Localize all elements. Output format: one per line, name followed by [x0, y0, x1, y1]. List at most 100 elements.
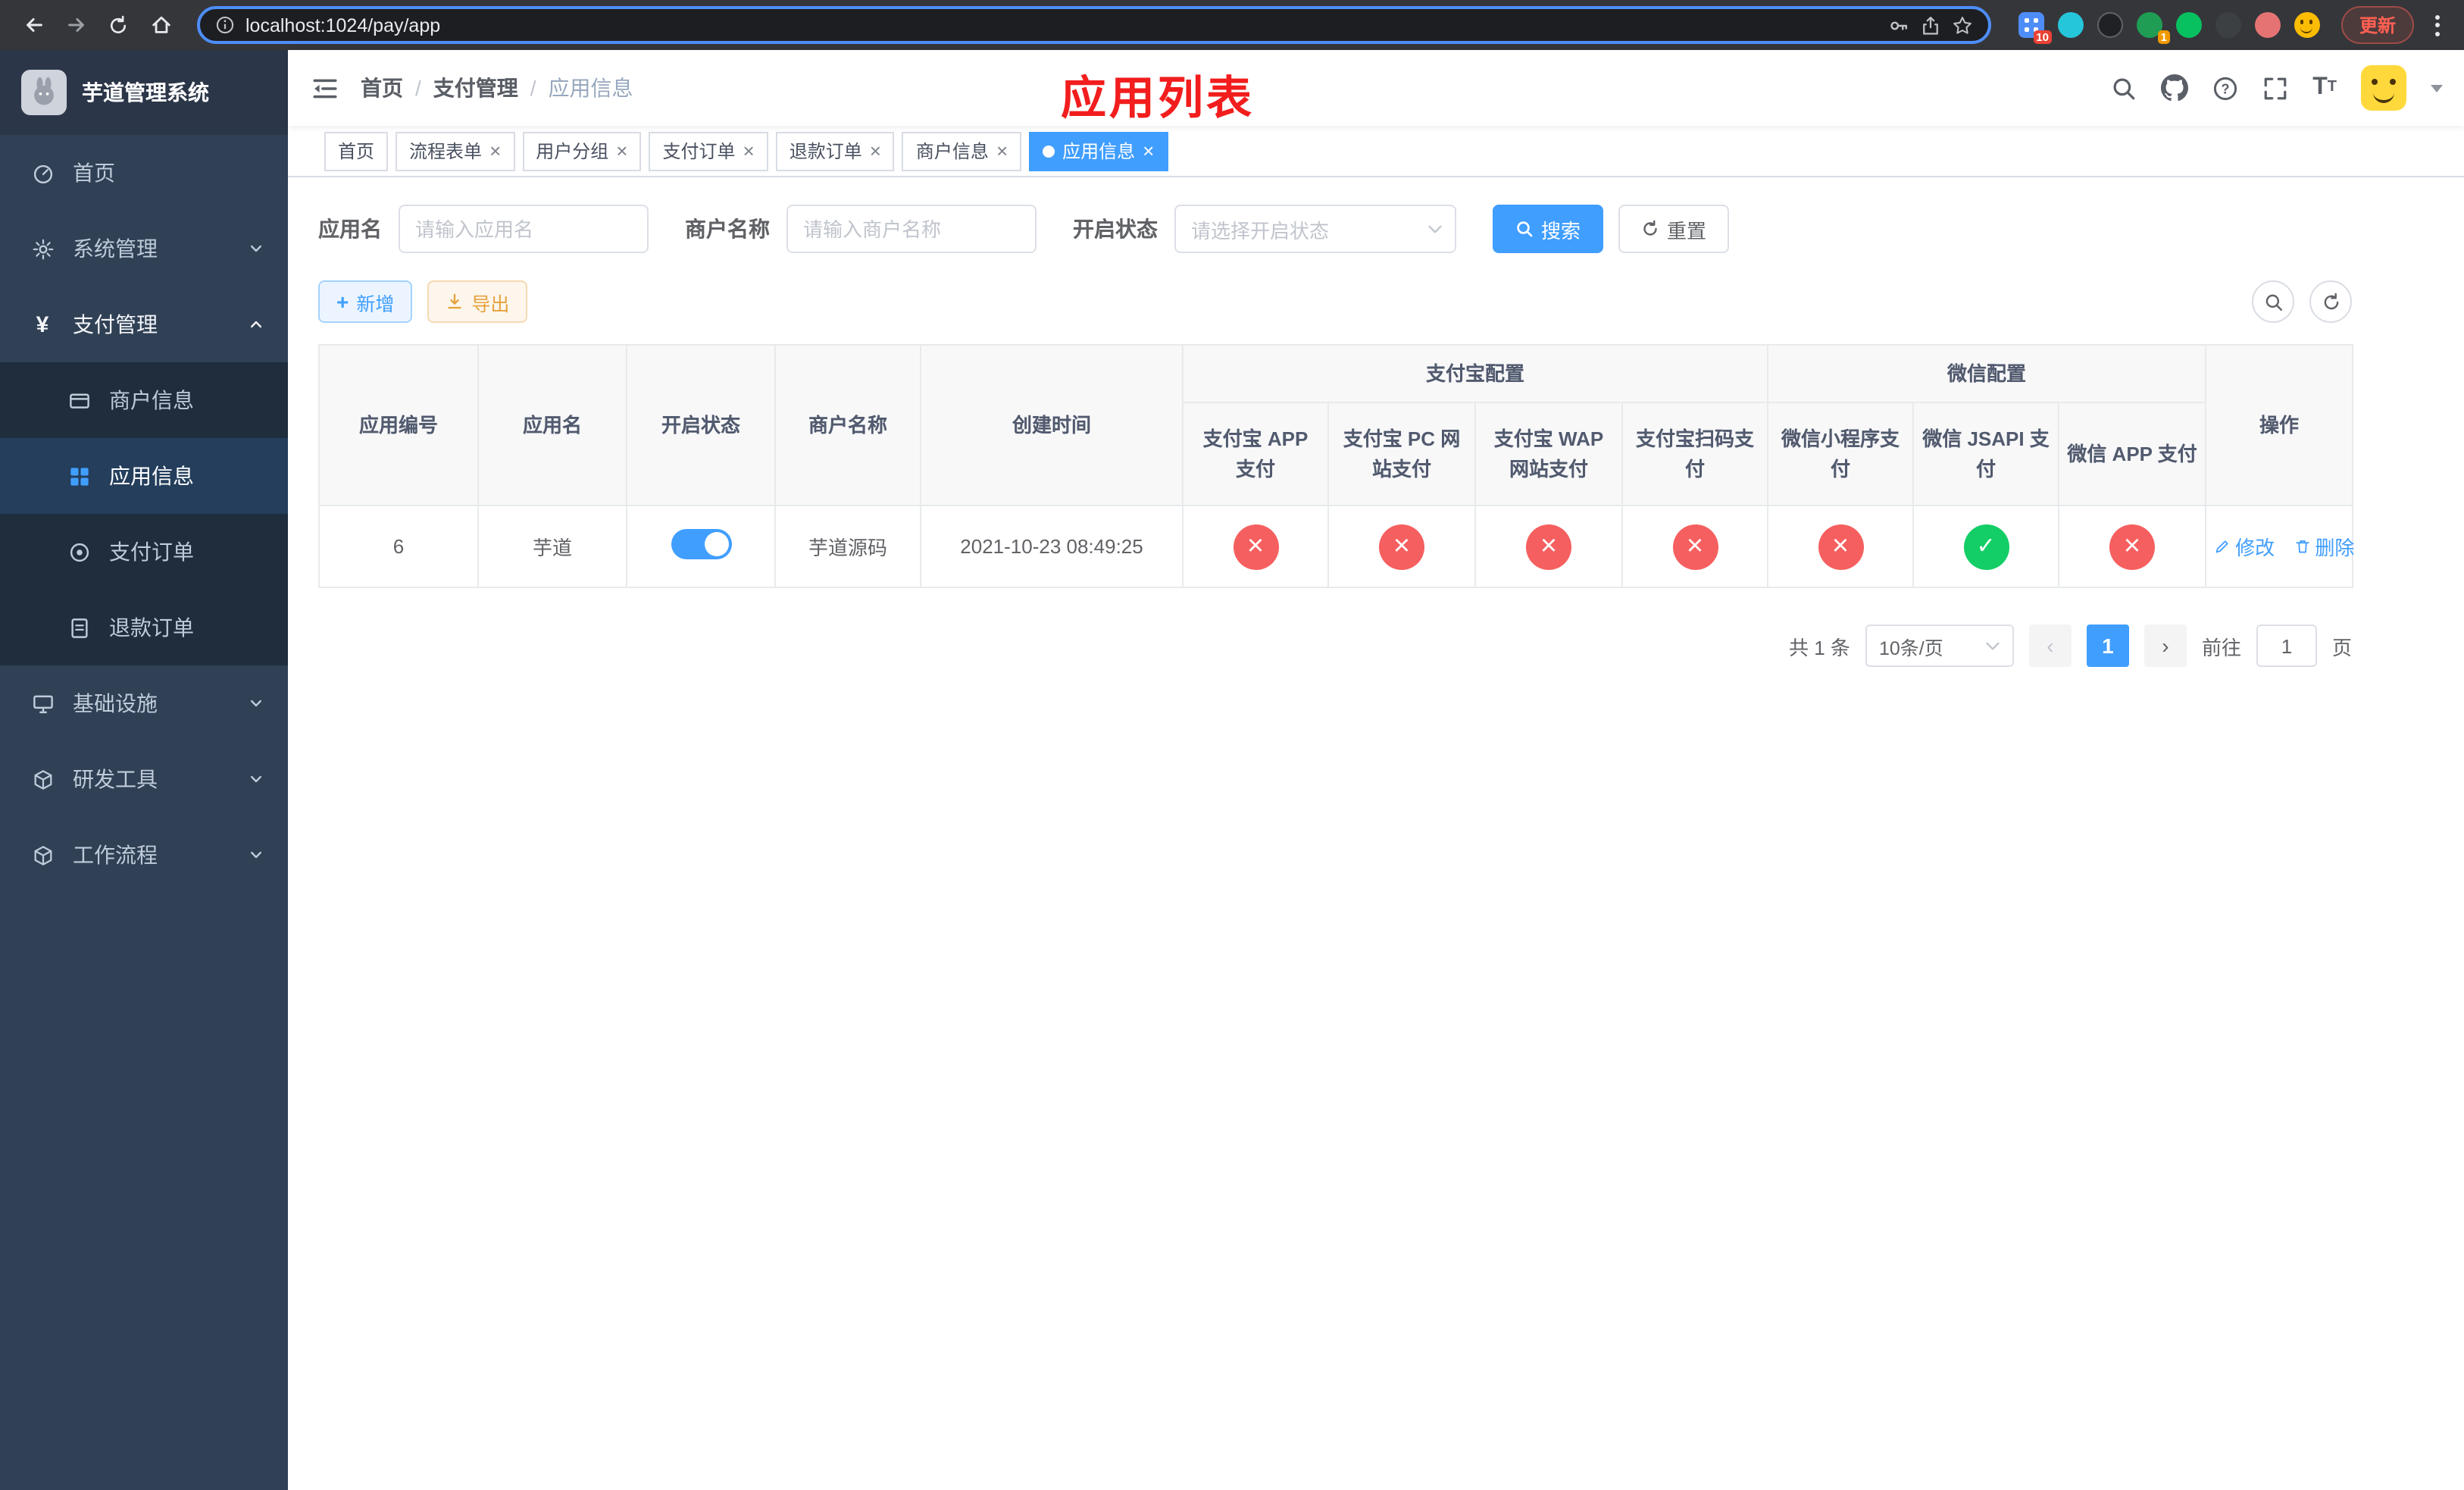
sidebar: 芋道管理系统 首页 系统管理 支付管理 [0, 50, 288, 1490]
status-select[interactable]: 请选择开启状态 [1174, 205, 1456, 253]
goto-page-input[interactable] [2256, 624, 2317, 667]
github-icon[interactable] [2161, 74, 2189, 102]
avatar[interactable] [2361, 65, 2406, 111]
caret-down-icon[interactable] [2431, 84, 2443, 92]
extension-icon-slate[interactable] [2215, 12, 2241, 38]
tab-merchant-info[interactable]: 商户信息 [902, 131, 1022, 171]
collapse-sidebar-icon[interactable] [288, 50, 361, 126]
sidebar-item-pay-order[interactable]: 支付订单 [0, 514, 288, 590]
next-page-button[interactable] [2143, 624, 2187, 667]
goto-prefix: 前往 [2201, 636, 2241, 659]
extension-icon-green-badged[interactable]: 1 [2136, 12, 2170, 44]
extension-icon-grid[interactable]: 10 [2018, 12, 2052, 44]
sidebar-item-label: 退款订单 [109, 615, 194, 640]
update-button[interactable]: 更新 [2340, 6, 2414, 44]
back-icon[interactable] [15, 7, 52, 43]
sidebar-item-dev-tools[interactable]: 研发工具 [0, 741, 288, 817]
close-icon[interactable] [743, 141, 755, 161]
tab-home[interactable]: 首页 [324, 131, 389, 171]
url-text[interactable]: localhost:1024/pay/app [245, 14, 1878, 36]
col-header-alipay-app: 支付宝 APP 支付 [1182, 402, 1329, 506]
add-button-label: 新增 [356, 293, 395, 315]
tags-view: 首页 流程表单 用户分组 支付订单 退款订单 商户信息 应用信息 [288, 126, 2464, 177]
share-icon[interactable] [1920, 14, 1941, 36]
export-button-label: 导出 [471, 293, 510, 315]
tab-process-form[interactable]: 流程表单 [396, 131, 515, 171]
sidebar-item-app-info[interactable]: 应用信息 [0, 438, 288, 514]
prev-page-button[interactable] [2028, 624, 2072, 667]
help-icon[interactable]: ? [2212, 75, 2238, 101]
active-dot-icon [1043, 145, 1055, 157]
document-icon [67, 616, 91, 639]
cell-wx-app [2058, 505, 2207, 588]
extension-icon-smiley[interactable] [2294, 12, 2320, 38]
tab-pay-order[interactable]: 支付订单 [649, 131, 768, 171]
sidebar-item-system[interactable]: 系统管理 [0, 211, 288, 286]
site-info-icon[interactable] [215, 15, 235, 35]
chevron-down-icon [249, 696, 264, 711]
close-icon[interactable] [1143, 141, 1154, 161]
page-annotation: 应用列表 [1061, 74, 1255, 124]
app-shell: 芋道管理系统 首页 系统管理 支付管理 [0, 50, 2464, 1490]
sidebar-item-merchant-info[interactable]: 商户信息 [0, 362, 288, 438]
delete-link[interactable]: 删除 [2294, 532, 2354, 561]
extension-icon-pink[interactable] [2254, 12, 2281, 38]
extension-icon-wechat[interactable] [2175, 12, 2202, 38]
page-size-select[interactable]: 10条/页 [1865, 624, 2014, 667]
reset-button[interactable]: 重置 [1618, 205, 1730, 253]
sidebar-item-infrastructure[interactable]: 基础设施 [0, 665, 288, 741]
cell-alipay-app [1182, 505, 1329, 588]
tab-label: 用户分组 [536, 141, 609, 162]
fullscreen-icon[interactable] [2262, 75, 2288, 101]
tab-app-info[interactable]: 应用信息 [1029, 131, 1168, 171]
tab-user-group[interactable]: 用户分组 [522, 131, 642, 171]
extension-icon-teal[interactable] [2057, 12, 2084, 38]
tab-label: 首页 [338, 141, 375, 162]
app-logo[interactable]: 芋道管理系统 [0, 50, 288, 135]
edit-link[interactable]: 修改 [2214, 532, 2275, 561]
table-toolbar: 新增 导出 [318, 280, 2352, 323]
reset-button-label: 重置 [1667, 219, 1707, 242]
sidebar-item-workflow[interactable]: 工作流程 [0, 817, 288, 893]
close-icon[interactable] [996, 141, 1008, 161]
status-switch[interactable] [671, 529, 731, 559]
close-icon[interactable] [489, 141, 501, 161]
search-button[interactable]: 搜索 [1493, 205, 1604, 253]
group-header-wechat: 微信配置 [1767, 344, 2207, 403]
page-1-button[interactable]: 1 [2086, 624, 2129, 667]
home-icon[interactable] [142, 7, 179, 43]
forward-icon[interactable] [58, 7, 94, 43]
breadcrumb-home[interactable]: 首页 [361, 73, 403, 103]
extension-icon-dark[interactable] [2097, 12, 2123, 38]
tab-refund-order[interactable]: 退款订单 [775, 131, 895, 171]
url-bar[interactable]: localhost:1024/pay/app [197, 6, 1991, 44]
sidebar-item-payment[interactable]: 支付管理 [0, 286, 288, 362]
menu-kebab-icon[interactable] [2426, 8, 2449, 42]
refresh-table-button[interactable] [2309, 280, 2352, 323]
sidebar-item-label: 基础设施 [73, 691, 158, 715]
merchant-name-label: 商户名称 [685, 217, 770, 241]
col-header-wx-app: 微信 APP 支付 [2058, 402, 2207, 506]
add-button[interactable]: 新增 [318, 280, 413, 323]
font-size-icon[interactable]: TT [2312, 75, 2337, 100]
cell-status [626, 505, 776, 588]
search-icon[interactable] [2111, 75, 2137, 101]
app-name-input[interactable] [399, 205, 649, 253]
order-icon [67, 540, 91, 563]
export-button[interactable]: 导出 [427, 280, 528, 323]
table-row: 6 芋道 芋道源码 2021-10-23 08:49:25 × × × × × … [318, 505, 2354, 588]
toggle-search-button[interactable] [2252, 280, 2294, 323]
passkey-icon[interactable] [1888, 14, 1909, 36]
sidebar-item-home[interactable]: 首页 [0, 135, 288, 211]
close-icon[interactable] [616, 141, 627, 161]
bookmark-star-icon[interactable] [1952, 14, 1973, 36]
pagination-total: 共 1 条 [1789, 636, 1850, 659]
merchant-name-input[interactable] [786, 205, 1037, 253]
status-icon [1233, 524, 1278, 569]
breadcrumb-payment[interactable]: 支付管理 [433, 73, 518, 103]
close-icon[interactable] [870, 141, 881, 161]
refresh-icon[interactable] [100, 7, 136, 43]
sidebar-item-refund-order[interactable]: 退款订单 [0, 590, 288, 665]
col-header-alipay-qr: 支付宝扫码支付 [1621, 402, 1769, 506]
col-header-actions: 操作 [2205, 344, 2354, 506]
